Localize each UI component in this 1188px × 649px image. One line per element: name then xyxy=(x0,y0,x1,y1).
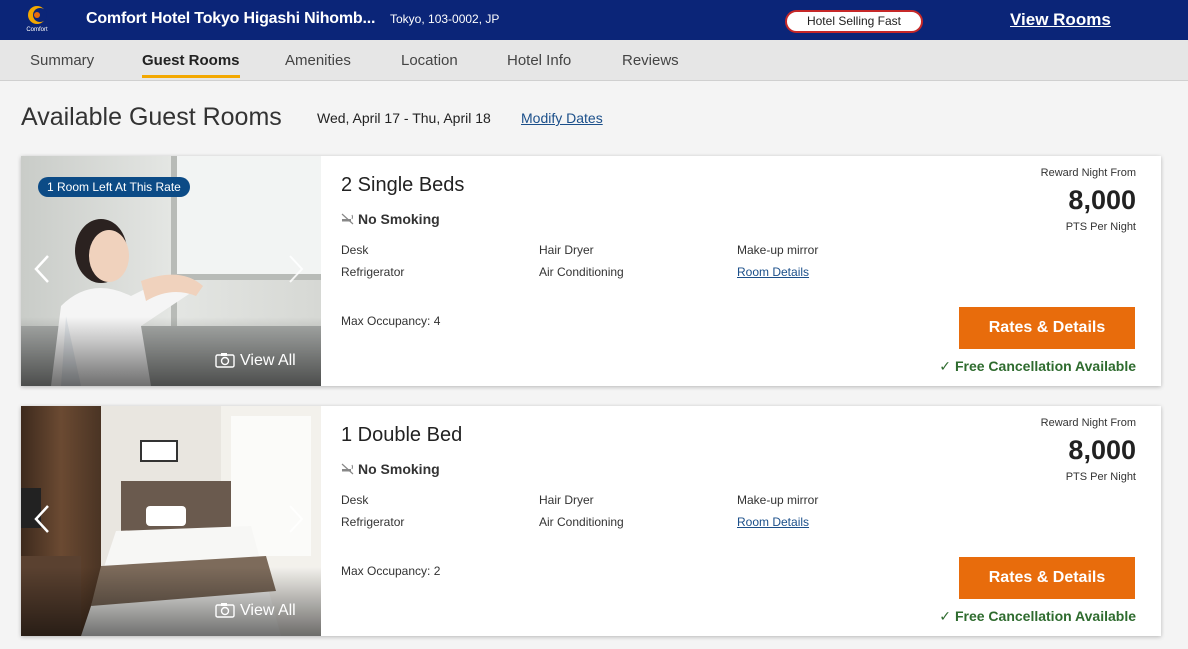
reward-points: 8,000 xyxy=(1068,435,1136,465)
smoking-label: No Smoking xyxy=(358,211,440,227)
view-all-photos-button[interactable]: View All xyxy=(215,352,296,370)
amenity-item: Refrigerator xyxy=(341,515,405,529)
rooms-left-badge: 1 Room Left At This Rate xyxy=(38,177,190,197)
room-card-single: 1 Room Left At This Rate View All 2 Sing… xyxy=(21,156,1161,386)
checkmark-icon: ✓ xyxy=(939,358,951,374)
amenity-item: Desk xyxy=(341,243,369,257)
view-all-photos-button[interactable]: View All xyxy=(215,602,296,620)
amenity-item: Desk xyxy=(341,493,369,507)
svg-text:Comfort: Comfort xyxy=(26,27,48,33)
view-all-label: View All xyxy=(240,602,296,619)
hotel-location: Tokyo, 103-0002, JP xyxy=(390,12,500,26)
free-cancellation: ✓ Free Cancellation Available xyxy=(939,608,1136,625)
page-title: Available Guest Rooms xyxy=(21,103,282,131)
tab-location[interactable]: Location xyxy=(401,52,458,69)
room-title: 1 Double Bed xyxy=(341,424,463,446)
free-cancellation-label: Free Cancellation Available xyxy=(954,358,1136,374)
selling-fast-badge: Hotel Selling Fast xyxy=(785,10,923,33)
smoking-label: No Smoking xyxy=(358,461,440,477)
max-occupancy: Max Occupancy: 2 xyxy=(341,564,441,578)
reward-unit: PTS Per Night xyxy=(1065,221,1136,233)
camera-icon xyxy=(215,353,235,368)
free-cancellation: ✓ Free Cancellation Available xyxy=(939,358,1136,375)
reward-label: Reward Night From xyxy=(1040,417,1136,429)
view-all-label: View All xyxy=(240,352,296,369)
hotel-name: Comfort Hotel Tokyo Higashi Nihomb... xyxy=(86,10,376,27)
free-cancellation-label: Free Cancellation Available xyxy=(954,608,1136,624)
amenity-item: Make-up mirror xyxy=(737,493,819,507)
view-rooms-link[interactable]: View Rooms xyxy=(1010,10,1111,30)
chevron-left-icon[interactable] xyxy=(32,254,52,284)
reward-points: 8,000 xyxy=(1068,185,1136,215)
amenity-item: Refrigerator xyxy=(341,265,405,279)
room-card-double: View All 1 Double Bed No Smoking Desk Ha… xyxy=(21,406,1161,636)
smoking-policy: No Smoking xyxy=(341,461,440,477)
chevron-right-icon[interactable] xyxy=(286,254,306,284)
tab-summary[interactable]: Summary xyxy=(30,52,94,69)
tab-amenities[interactable]: Amenities xyxy=(285,52,351,69)
section-tabs: Summary Guest Rooms Amenities Location H… xyxy=(0,40,1188,81)
room-details-link[interactable]: Room Details xyxy=(737,515,809,529)
no-smoking-icon xyxy=(341,213,354,225)
room-photo[interactable]: View All xyxy=(21,406,321,636)
no-smoking-icon xyxy=(341,463,354,475)
camera-icon xyxy=(215,603,235,618)
amenity-item: Air Conditioning xyxy=(539,265,624,279)
amenity-item: Hair Dryer xyxy=(539,243,594,257)
max-occupancy: Max Occupancy: 4 xyxy=(341,314,441,328)
room-title: 2 Single Beds xyxy=(341,174,465,196)
reward-unit: PTS Per Night xyxy=(1065,471,1136,483)
rates-details-button[interactable]: Rates & Details xyxy=(959,307,1135,349)
room-photo[interactable]: 1 Room Left At This Rate View All xyxy=(21,156,321,386)
tab-reviews[interactable]: Reviews xyxy=(622,52,679,69)
amenity-item: Make-up mirror xyxy=(737,243,819,257)
comfort-logo[interactable]: Comfort xyxy=(24,4,50,36)
rates-details-button[interactable]: Rates & Details xyxy=(959,557,1135,599)
amenity-item: Air Conditioning xyxy=(539,515,624,529)
tab-guest-rooms[interactable]: Guest Rooms xyxy=(142,52,240,78)
room-details-link[interactable]: Room Details xyxy=(737,265,809,279)
reward-label: Reward Night From xyxy=(1040,167,1136,179)
top-header: Comfort Comfort Hotel Tokyo Higashi Niho… xyxy=(0,0,1188,40)
modify-dates-link[interactable]: Modify Dates xyxy=(521,110,603,126)
checkmark-icon: ✓ xyxy=(939,608,951,624)
amenity-item: Hair Dryer xyxy=(539,493,594,507)
tab-hotel-info[interactable]: Hotel Info xyxy=(507,52,571,69)
date-range: Wed, April 17 - Thu, April 18 xyxy=(317,110,491,126)
chevron-left-icon[interactable] xyxy=(32,504,52,534)
chevron-right-icon[interactable] xyxy=(286,504,306,534)
smoking-policy: No Smoking xyxy=(341,211,440,227)
